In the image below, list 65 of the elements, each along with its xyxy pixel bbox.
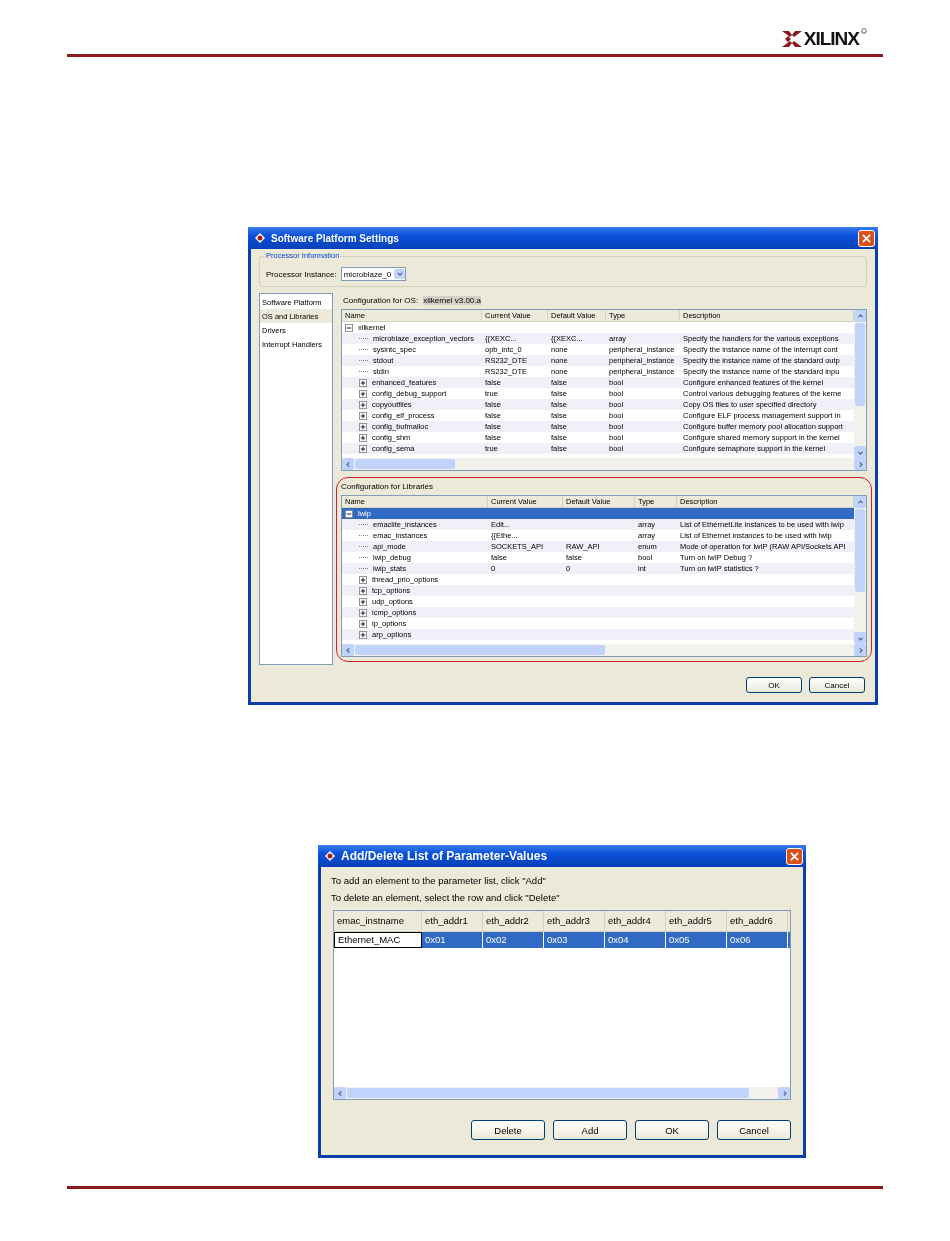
- scroll-up-icon[interactable]: [856, 312, 864, 320]
- field-label: Processor Instance:: [266, 269, 337, 279]
- registered-mark-icon: [861, 28, 867, 34]
- collapse-icon[interactable]: [345, 323, 353, 332]
- dialog-button[interactable]: OK: [746, 677, 802, 693]
- scroll-left-icon[interactable]: [344, 460, 352, 468]
- window-title: Add/Delete List of Parameter-Values: [341, 849, 549, 863]
- column-header[interactable]: eth_addr1: [422, 911, 483, 931]
- table-cell: 0x03: [544, 932, 605, 948]
- expand-icon[interactable]: [359, 608, 367, 617]
- expand-icon[interactable]: [359, 400, 367, 409]
- scroll-up-icon[interactable]: [856, 498, 864, 506]
- vertical-scrollbar[interactable]: [854, 496, 866, 644]
- caret-icon: [396, 272, 403, 276]
- os-value: xilkernel v3.00.a: [423, 296, 481, 305]
- processor-dropdown[interactable]: microblaze_0: [340, 267, 407, 281]
- table-row[interactable]: Ethernet_MAC 0x01 0x02 0x03 0x04 0x05 0x06: [334, 932, 790, 948]
- expand-icon[interactable]: [359, 586, 367, 595]
- os-label: Configuration for OS:: [343, 296, 419, 305]
- expand-icon[interactable]: [359, 411, 367, 420]
- column-header[interactable]: eth_addr5: [666, 911, 727, 931]
- expand-icon[interactable]: [359, 630, 367, 639]
- logo-text: XILINX: [803, 28, 859, 50]
- expand-icon[interactable]: [359, 597, 367, 606]
- dialog-button[interactable]: Delete: [471, 1120, 545, 1140]
- column-header[interactable]: emac_instname: [334, 911, 422, 931]
- scroll-left-icon[interactable]: [344, 646, 352, 654]
- dialog-button[interactable]: OK: [635, 1120, 709, 1140]
- expand-icon[interactable]: [359, 619, 367, 628]
- horizontal-scrollbar[interactable]: [334, 1087, 790, 1099]
- horizontal-scrollbar[interactable]: [342, 644, 866, 656]
- column-header[interactable]: eth_addr3: [544, 911, 605, 931]
- expand-icon[interactable]: [359, 422, 367, 431]
- expand-icon[interactable]: [359, 378, 367, 387]
- app-icon: [254, 232, 266, 244]
- logo-mark-icon: [781, 31, 802, 47]
- table-cell: 0x02: [483, 932, 544, 948]
- dialog-button[interactable]: Add: [553, 1120, 627, 1140]
- column-header[interactable]: eth_addr4: [605, 911, 666, 931]
- close-button[interactable]: [786, 847, 803, 865]
- expand-icon[interactable]: [359, 444, 367, 453]
- section-label: Configuration for Libraries: [341, 482, 435, 491]
- close-icon: [790, 851, 799, 861]
- close-button[interactable]: [858, 229, 875, 247]
- app-icon: [324, 850, 336, 862]
- expand-icon[interactable]: [359, 575, 367, 584]
- expand-icon[interactable]: [359, 433, 367, 442]
- dialog-button[interactable]: Cancel: [809, 677, 865, 693]
- column-header[interactable]: eth_addr6: [727, 911, 788, 931]
- cell-editor[interactable]: Ethernet_MAC: [334, 932, 422, 948]
- horizontal-scrollbar[interactable]: [342, 458, 866, 470]
- table-cell: 0x01: [422, 932, 483, 948]
- collapse-icon[interactable]: [345, 509, 353, 518]
- instruction-text: To delete an element, select the row and click "Delete": [331, 892, 561, 903]
- scroll-left-icon[interactable]: [336, 1089, 344, 1097]
- dialog-button[interactable]: Cancel: [717, 1120, 791, 1140]
- instruction-text: To add an element to the parameter list, click "Add": [331, 875, 547, 886]
- table-cell: 0x04: [605, 932, 666, 948]
- vertical-scrollbar[interactable]: [854, 310, 866, 458]
- expand-icon[interactable]: [359, 389, 367, 398]
- window-title: Software Platform Settings: [271, 232, 400, 244]
- close-icon: [862, 233, 871, 243]
- column-header[interactable]: eth_addr2: [483, 911, 544, 931]
- table-cell: 0x05: [666, 932, 727, 948]
- table-cell: 0x06: [727, 932, 788, 948]
